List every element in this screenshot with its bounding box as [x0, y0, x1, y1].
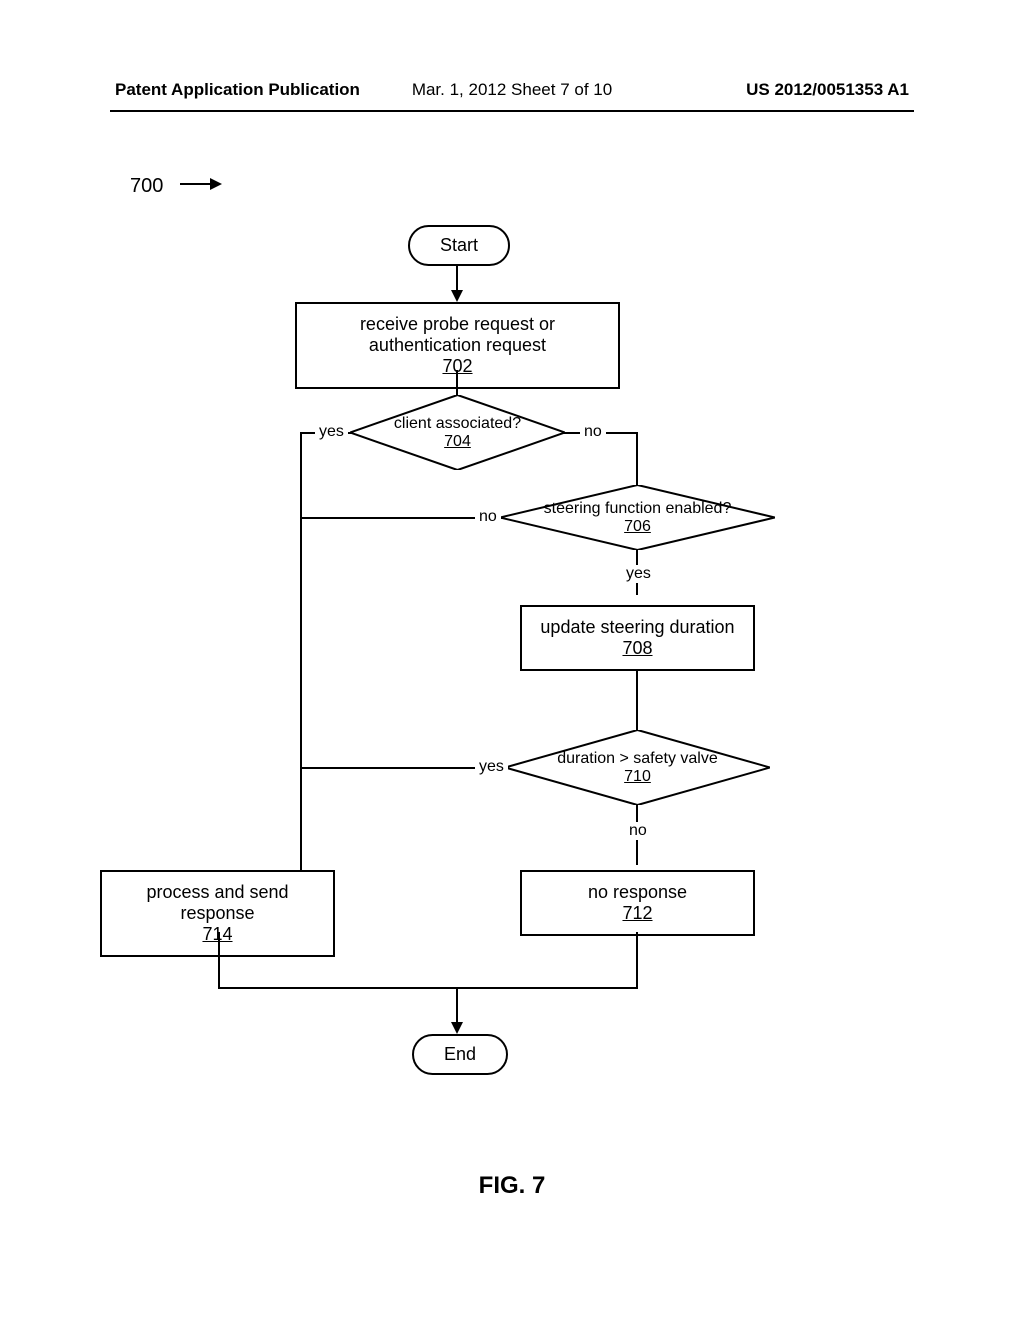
decision-710-text: duration > safety valve — [505, 750, 770, 768]
edge-706-no: no — [475, 508, 501, 526]
decision-706-ref: 706 — [500, 518, 775, 536]
figure-reference-label: 700 — [130, 175, 163, 198]
edge-704-no: no — [580, 423, 606, 441]
connector-line — [218, 987, 638, 989]
decision-704-content: client associated? 704 — [350, 415, 565, 451]
process-714-text: process and send response — [112, 882, 323, 924]
figure-caption: FIG. 7 — [479, 1172, 546, 1200]
arrow-icon — [451, 1022, 463, 1034]
process-712-text: no response — [532, 882, 743, 903]
figure-reference-arrow — [180, 183, 220, 185]
process-712-ref: 712 — [532, 903, 743, 924]
connector-line — [456, 987, 458, 1027]
page-header: Patent Application Publication Mar. 1, 2… — [0, 80, 1024, 100]
decision-706: steering function enabled? 706 — [500, 485, 775, 550]
decision-710-content: duration > safety valve 710 — [505, 750, 770, 786]
connector-line — [636, 932, 638, 987]
process-702-text: receive probe request or authentication … — [307, 314, 608, 356]
start-terminal: Start — [408, 225, 510, 266]
flowchart-diagram: 700 Start receive probe request or authe… — [0, 150, 1024, 1200]
decision-710-ref: 710 — [505, 768, 770, 786]
decision-704: client associated? 704 — [350, 395, 565, 470]
process-712: no response 712 — [520, 870, 755, 936]
connector-line — [218, 932, 220, 987]
end-terminal: End — [412, 1034, 508, 1075]
edge-706-yes: yes — [622, 565, 655, 583]
connector-line — [456, 370, 458, 398]
process-708: update steering duration 708 — [520, 605, 755, 671]
end-label: End — [444, 1044, 476, 1064]
connector-line — [636, 432, 638, 487]
connector-line — [300, 432, 302, 910]
header-divider — [110, 110, 914, 112]
decision-704-ref: 704 — [350, 433, 565, 451]
decision-704-text: client associated? — [350, 415, 565, 433]
edge-710-yes: yes — [475, 758, 508, 776]
header-date-sheet: Mar. 1, 2012 Sheet 7 of 10 — [412, 80, 612, 100]
decision-706-text: steering function enabled? — [500, 500, 775, 518]
connector-line — [300, 517, 502, 519]
arrow-icon — [451, 290, 463, 302]
process-708-text: update steering duration — [532, 617, 743, 638]
process-708-ref: 708 — [532, 638, 743, 659]
decision-710: duration > safety valve 710 — [505, 730, 770, 805]
decision-706-content: steering function enabled? 706 — [500, 500, 775, 536]
edge-710-no: no — [625, 822, 651, 840]
connector-line — [636, 670, 638, 735]
edge-704-yes: yes — [315, 423, 348, 441]
start-label: Start — [440, 235, 478, 255]
header-publication: Patent Application Publication — [115, 80, 360, 100]
header-patent-number: US 2012/0051353 A1 — [746, 80, 909, 100]
